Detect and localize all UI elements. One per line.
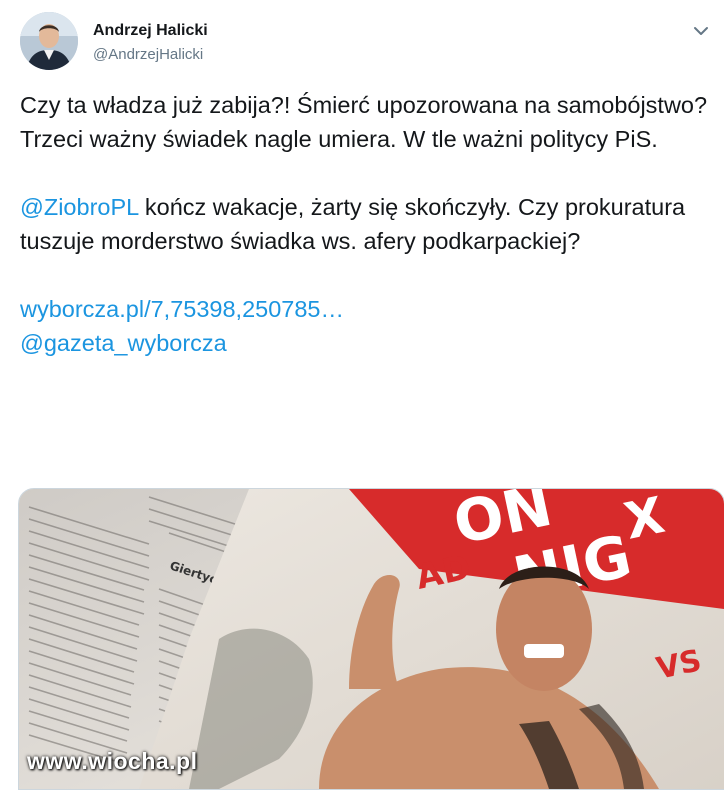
chevron-down-icon[interactable]	[692, 22, 710, 40]
tweet-body: Czy ta władza już zabija?! Śmierć upozor…	[20, 88, 720, 360]
tweet-media-image[interactable]: Giertych: Potrzebna nowa sekcja zwłok ON…	[18, 488, 724, 790]
watermark-text: www.wiocha.pl	[27, 748, 198, 774]
author-handle[interactable]: @AndrzejHalicki	[93, 46, 203, 63]
article-link[interactable]: wyborcza.pl/7,75398,250785…	[20, 296, 344, 322]
avatar-portrait	[20, 12, 78, 70]
tweet-header: Andrzej Halicki @AndrzejHalicki	[20, 12, 724, 76]
tweet-paragraph: wyborcza.pl/7,75398,250785…	[20, 292, 720, 326]
mention-link[interactable]: @ZiobroPL	[20, 194, 138, 220]
mention-link[interactable]: @gazeta_wyborcza	[20, 330, 227, 356]
author-name[interactable]: Andrzej Halicki	[93, 22, 208, 40]
avatar[interactable]	[20, 12, 78, 70]
tweet-paragraph: @gazeta_wyborcza	[20, 326, 720, 360]
newspaper-photo: Giertych: Potrzebna nowa sekcja zwłok ON…	[19, 489, 724, 789]
tweet-paragraph: Czy ta władza już zabija?! Śmierć upozor…	[20, 92, 708, 152]
tweet-paragraph: @ZiobroPL kończ wakacje, żarty się skońc…	[20, 190, 720, 258]
